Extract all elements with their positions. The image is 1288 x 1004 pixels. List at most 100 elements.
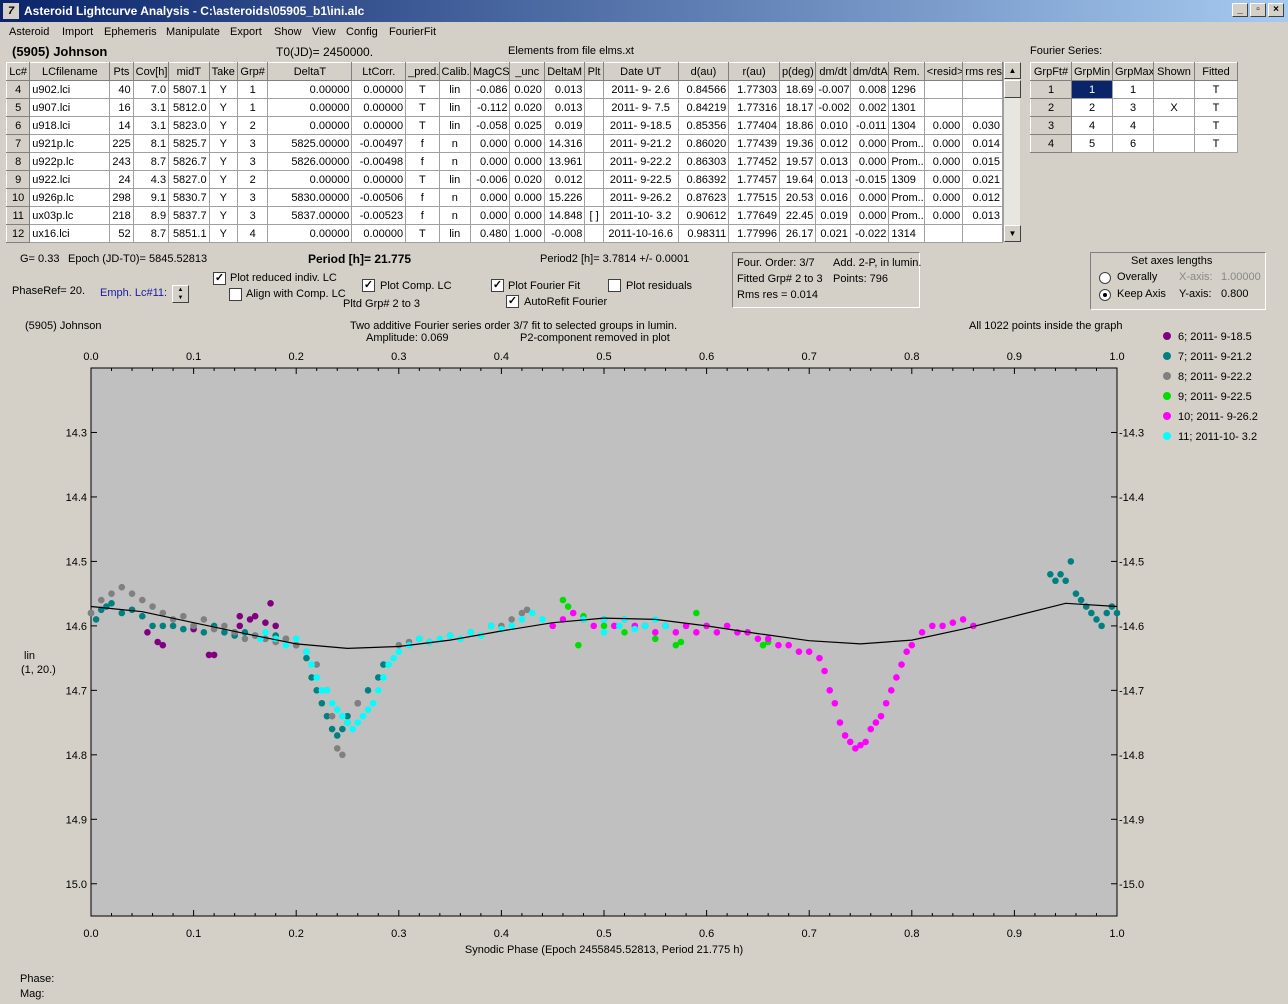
lc-cell[interactable]: 5825.00000: [267, 134, 353, 153]
lc-cell[interactable]: 2011- 9- 2.6: [602, 80, 679, 99]
fourier-row-number[interactable]: 2: [1030, 98, 1072, 117]
lc-cell[interactable]: 0.020: [509, 170, 545, 189]
lc-cell[interactable]: 5830.7: [168, 188, 210, 207]
lc-cell[interactable]: 0.000: [509, 206, 545, 225]
lc-cell[interactable]: 8.7: [132, 152, 170, 171]
lc-cell[interactable]: 0.00000: [351, 98, 407, 117]
lc-cell[interactable]: 1.77457: [728, 170, 780, 189]
lc-cell[interactable]: 0.000: [509, 134, 545, 153]
fourier-col-header[interactable]: GrpFt#: [1030, 62, 1072, 81]
fourier-row-number[interactable]: 3: [1030, 116, 1072, 135]
lc-cell[interactable]: 0.000: [923, 134, 964, 153]
lc-cell[interactable]: 0.012: [962, 188, 1003, 207]
fourier-cell[interactable]: [1153, 80, 1195, 99]
lc-cell[interactable]: 22.45: [778, 206, 817, 225]
lc-cell[interactable]: 1.77439: [728, 134, 780, 153]
lc-cell[interactable]: -0.086: [469, 80, 511, 99]
lc-table-row[interactable]: 9 u922.lci 24 4.3 5827.0 Y 2 0.00000 0.00000 Tlin…: [5, 170, 1003, 189]
lc-cell[interactable]: 0.000: [469, 206, 511, 225]
lc-cell[interactable]: 0.016: [815, 188, 851, 207]
plot-reduced-checkbox[interactable]: ✓: [213, 272, 226, 285]
lc-cell[interactable]: 2011- 9-22.5: [602, 170, 679, 189]
lc-cell[interactable]: 9.1: [132, 188, 170, 207]
fourier-col-header[interactable]: GrpMin: [1071, 62, 1113, 81]
lc-cell[interactable]: n: [438, 206, 471, 225]
lc-table-row[interactable]: 6 u918.lci 14 3.1 5823.0 Y 2 0.00000 0.00000 Tlin…: [5, 116, 1003, 135]
lc-cell[interactable]: 0.020: [509, 80, 545, 99]
lc-cell[interactable]: 18.69: [778, 80, 817, 99]
lc-cell[interactable]: 1.77303: [728, 80, 780, 99]
lc-cell[interactable]: 0.86392: [677, 170, 730, 189]
lc-col-header[interactable]: Lc#: [5, 62, 31, 81]
lc-cell[interactable]: [584, 98, 604, 117]
lc-cell[interactable]: 0.00000: [267, 98, 353, 117]
lc-cell[interactable]: 0.84566: [677, 80, 730, 99]
lc-cell[interactable]: ux03p.lc: [29, 206, 111, 225]
lc-cell[interactable]: 0.98311: [677, 224, 730, 243]
lc-cell[interactable]: 1: [236, 98, 269, 117]
menu-asteroid[interactable]: Asteroid: [9, 26, 49, 38]
lc-cell[interactable]: Y: [208, 206, 238, 225]
lc-cell[interactable]: 1304: [888, 116, 925, 135]
lc-cell[interactable]: -0.112: [469, 98, 511, 117]
lc-table-row[interactable]: 11 ux03p.lc 218 8.9 5837.7 Y 3 5837.00000 -0.005…: [5, 206, 1003, 225]
lc-cell[interactable]: 0.002: [849, 98, 890, 117]
fourier-cell[interactable]: 5: [1071, 134, 1113, 153]
lc-cell[interactable]: 2: [236, 116, 269, 135]
plot-residuals-checkbox[interactable]: [608, 279, 621, 292]
lc-cell[interactable]: Y: [208, 134, 238, 153]
fourier-col-header[interactable]: Shown: [1153, 62, 1195, 81]
lc-cell[interactable]: 0.000: [849, 152, 890, 171]
lc-cell[interactable]: 2011- 9-18.5: [602, 116, 679, 135]
menu-show[interactable]: Show: [274, 26, 302, 38]
xaxis-value[interactable]: 1.00000: [1221, 271, 1261, 283]
lc-cell[interactable]: 0.014: [962, 134, 1003, 153]
lc-cell[interactable]: 0.86020: [677, 134, 730, 153]
lc-cell[interactable]: [ ]: [584, 206, 604, 225]
lc-cell[interactable]: 1.000: [509, 224, 545, 243]
lc-col-header[interactable]: r(au): [728, 62, 780, 81]
fourier-cell[interactable]: 4: [1071, 116, 1113, 135]
lc-cell[interactable]: -0.022: [849, 224, 890, 243]
menu-export[interactable]: Export: [230, 26, 262, 38]
lc-cell[interactable]: 8.9: [132, 206, 170, 225]
lc-cell[interactable]: 0.010: [815, 116, 851, 135]
lc-cell[interactable]: 0.025: [509, 116, 545, 135]
lc-cell[interactable]: 0.000: [849, 188, 890, 207]
lc-cell[interactable]: f: [405, 188, 440, 207]
fourier-table-row[interactable]: 111T: [1030, 80, 1238, 99]
lc-cell[interactable]: 243: [109, 152, 134, 171]
lc-cell[interactable]: 5812.0: [168, 98, 210, 117]
lc-cell[interactable]: 20.53: [778, 188, 817, 207]
fourier-col-header[interactable]: Fitted: [1194, 62, 1238, 81]
lc-col-header[interactable]: <resid>: [923, 62, 964, 81]
fourier-cell[interactable]: 4: [1112, 116, 1154, 135]
lc-cell[interactable]: lin: [438, 116, 471, 135]
lc-cell[interactable]: 18.86: [778, 116, 817, 135]
lc-cell[interactable]: -0.00497: [351, 134, 407, 153]
emph-spinner[interactable]: ▲ ▼: [172, 285, 189, 303]
lc-cell[interactable]: 3: [236, 134, 269, 153]
lc-cell[interactable]: 18.17: [778, 98, 817, 117]
lc-cell[interactable]: 2011-10- 3.2: [602, 206, 679, 225]
lc-cell[interactable]: 0.00000: [267, 116, 353, 135]
lc-cell[interactable]: 24: [109, 170, 134, 189]
menu-import[interactable]: Import: [62, 26, 93, 38]
lc-cell[interactable]: 0.87623: [677, 188, 730, 207]
lc-cell[interactable]: u918.lci: [29, 116, 111, 135]
lc-cell[interactable]: n: [438, 134, 471, 153]
lc-col-header[interactable]: rms res: [962, 62, 1003, 81]
lc-cell[interactable]: -0.007: [815, 80, 851, 99]
fourier-cell[interactable]: T: [1194, 98, 1238, 117]
lc-cell[interactable]: -0.00498: [351, 152, 407, 171]
lc-col-header[interactable]: Take: [208, 62, 238, 81]
lc-cell[interactable]: 26.17: [778, 224, 817, 243]
lc-cell[interactable]: lin: [438, 170, 471, 189]
lc-cell[interactable]: Y: [208, 98, 238, 117]
lc-cell[interactable]: 5826.7: [168, 152, 210, 171]
lc-table-row[interactable]: 7 u921p.lc 225 8.1 5825.7 Y 3 5825.00000 -0.0049…: [5, 134, 1003, 153]
lc-col-header[interactable]: MagCS: [469, 62, 511, 81]
lc-cell[interactable]: u907.lci: [29, 98, 111, 117]
menu-manipulate[interactable]: Manipulate: [166, 26, 220, 38]
minimize-button[interactable]: _: [1232, 3, 1248, 17]
